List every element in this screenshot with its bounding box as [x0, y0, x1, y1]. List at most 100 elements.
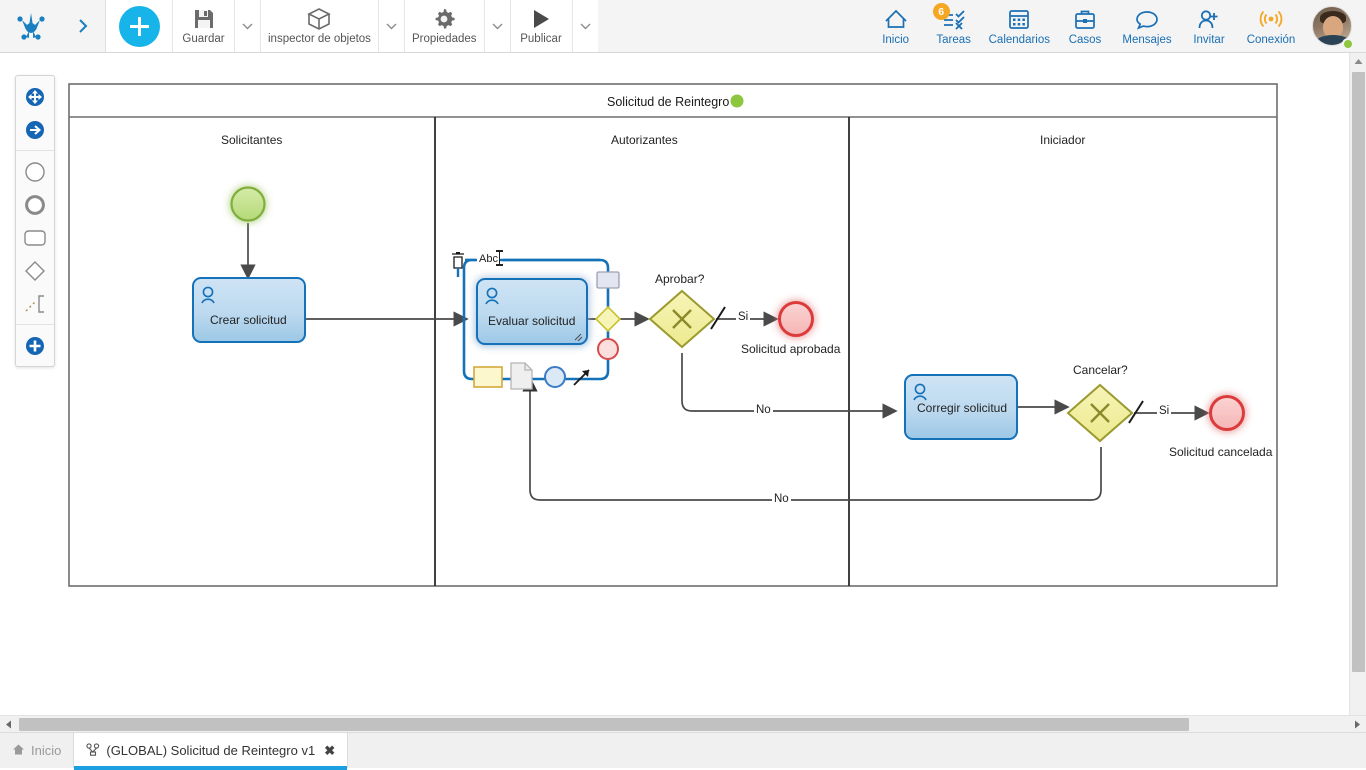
plus-circle-icon — [26, 336, 44, 355]
handle-add-intermediate-event[interactable] — [544, 366, 566, 388]
publish-dropdown[interactable] — [571, 0, 598, 52]
nav-casos[interactable]: Casos — [1056, 0, 1114, 52]
start-event[interactable] — [230, 186, 266, 222]
diagram-canvas[interactable]: Solicitud de Reintegro Solicitantes Auto… — [0, 53, 1366, 715]
toolbar-right-nav: Inicio 6 Tareas Calendarios Casos Mensaj… — [866, 0, 1366, 52]
gateway-aprobar-label: Aprobar? — [655, 272, 705, 286]
pool-title: Solicitud de Reintegro — [607, 95, 730, 109]
status-badge-online — [1342, 38, 1354, 50]
tab-inicio[interactable]: Inicio — [0, 733, 73, 768]
properties-dropdown[interactable] — [483, 0, 510, 52]
text-cursor-top-serif — [496, 250, 503, 252]
horizontal-scrollbar[interactable] — [0, 715, 1366, 732]
toolbar-spacer — [597, 0, 867, 52]
gateway-cancelar-label: Cancelar? — [1073, 363, 1128, 377]
nav-tareas-label: Tareas — [936, 33, 971, 46]
home-icon — [883, 7, 909, 31]
vertical-scrollbar[interactable] — [1349, 53, 1366, 715]
calendar-icon — [1006, 7, 1032, 31]
properties-label: Propiedades — [411, 32, 477, 45]
palette-gateway-tool[interactable] — [16, 254, 54, 287]
close-icon[interactable]: ✖ — [324, 743, 335, 759]
task-evaluar-solicitud[interactable] — [476, 278, 588, 345]
plus-icon — [118, 5, 160, 47]
thin-circle-icon — [25, 161, 45, 182]
nav-invitar-label: Invitar — [1193, 33, 1225, 46]
palette-group-tools — [16, 76, 54, 150]
save-label: Guardar — [182, 32, 225, 45]
chevron-down-icon — [242, 23, 253, 29]
nav-mensajes[interactable]: Mensajes — [1114, 0, 1180, 52]
nav-inicio-label: Inicio — [882, 33, 910, 46]
publish-button[interactable]: Publicar — [509, 0, 572, 52]
end-cancelada-label: Solicitud cancelada — [1169, 445, 1273, 459]
nav-invitar[interactable]: Invitar — [1180, 0, 1238, 52]
scroll-up-button[interactable] — [1350, 53, 1366, 70]
task-crear-solicitud[interactable] — [192, 277, 306, 343]
rounded-rectangle-icon — [24, 229, 46, 246]
user-menu[interactable] — [1304, 0, 1360, 52]
palette-group-add — [16, 325, 54, 366]
object-inspector-dropdown[interactable] — [377, 0, 404, 52]
save-button[interactable]: Guardar — [172, 0, 234, 52]
chevron-down-icon — [386, 23, 397, 29]
vertical-scroll-thumb[interactable] — [1352, 72, 1365, 672]
bpmn-diagram — [68, 83, 1278, 587]
handle-add-annotation[interactable] — [473, 366, 503, 388]
lane-label-autorizantes: Autorizantes — [611, 133, 678, 147]
cube-box-icon — [307, 7, 332, 31]
palette-start-event-tool[interactable] — [16, 155, 54, 188]
palette-add-element-tool[interactable] — [16, 329, 54, 362]
gear-icon — [432, 7, 456, 31]
chevron-up-icon — [1354, 59, 1363, 64]
handle-add-data-object[interactable] — [510, 362, 533, 390]
nav-conexion-label: Conexión — [1246, 33, 1296, 46]
text-cursor-bottom-serif — [496, 264, 503, 266]
task-evaluar-label: Evaluar solicitud — [488, 314, 576, 328]
lane-label-solicitantes: Solicitantes — [221, 133, 283, 147]
handle-add-task[interactable] — [596, 271, 620, 289]
palette-task-tool[interactable] — [16, 221, 54, 254]
tab-active-label: (GLOBAL) Solicitud de Reintegro v1 — [106, 743, 316, 758]
palette-group-shapes — [16, 151, 54, 324]
nav-calendarios-label: Calendarios — [988, 33, 1050, 46]
palette-end-event-tool[interactable] — [16, 188, 54, 221]
play-triangle-icon — [529, 7, 553, 31]
object-inspector-label: inspector de objetos — [268, 32, 371, 45]
palette-sequence-flow-tool[interactable] — [16, 113, 54, 146]
bottom-tab-bar: Inicio (GLOBAL) Solicitud de Reintegro v… — [0, 732, 1366, 770]
end-event-solicitud-aprobada[interactable] — [778, 301, 814, 337]
chevron-down-icon — [580, 23, 591, 29]
nav-casos-label: Casos — [1068, 33, 1102, 46]
nav-tareas[interactable]: 6 Tareas — [925, 0, 983, 52]
toolbar-actions: Guardar inspector de objetos Propiedades… — [172, 0, 598, 52]
expand-panel-button[interactable] — [62, 0, 106, 52]
nav-calendarios[interactable]: Calendarios — [983, 0, 1056, 52]
scroll-left-button[interactable] — [0, 716, 17, 733]
top-toolbar: Guardar inspector de objetos Propiedades… — [0, 0, 1366, 53]
lane-label-iniciador: Iniciador — [1040, 133, 1086, 147]
new-element-button[interactable] — [106, 0, 172, 52]
app-logo[interactable] — [0, 0, 62, 52]
scroll-right-button[interactable] — [1349, 716, 1366, 733]
nav-inicio[interactable]: Inicio — [867, 0, 925, 52]
signal-waves-icon — [1258, 7, 1284, 31]
shape-palette — [15, 75, 55, 367]
user-plus-icon — [1196, 7, 1222, 31]
palette-move-tool[interactable] — [16, 80, 54, 113]
palette-artifact-tool[interactable] — [16, 287, 54, 320]
properties-button[interactable]: Propiedades — [403, 0, 484, 52]
arrow-right-circle-icon — [26, 120, 44, 139]
nav-conexion[interactable]: Conexión — [1238, 0, 1304, 52]
chevron-down-icon — [492, 23, 503, 29]
object-inspector-button[interactable]: inspector de objetos — [260, 0, 378, 52]
task-crear-label: Crear solicitud — [210, 313, 287, 327]
save-dropdown[interactable] — [234, 0, 260, 52]
tab-solicitud-de-reintegro[interactable]: (GLOBAL) Solicitud de Reintegro v1 ✖ — [73, 733, 349, 770]
horizontal-scroll-thumb[interactable] — [19, 718, 1189, 731]
handle-add-end-event[interactable] — [597, 338, 619, 360]
end-event-solicitud-cancelada[interactable] — [1209, 395, 1245, 431]
home-small-icon — [12, 743, 25, 759]
tab-inicio-label: Inicio — [31, 743, 62, 758]
move-cross-arrows-icon — [26, 87, 44, 106]
